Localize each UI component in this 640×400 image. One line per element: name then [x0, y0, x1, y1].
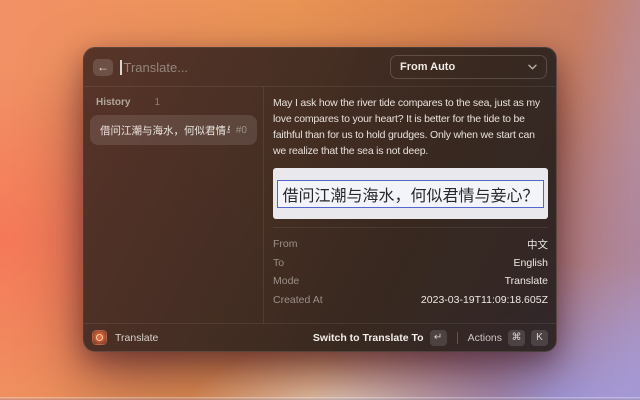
history-sidebar: History 1 借问江潮与海水，何似君情与妾... #0 [84, 87, 264, 323]
translate-app-window: ← Translate... From Auto History 1 [83, 47, 557, 352]
metadata-row-created-at: Created At 2023-03-19T11:09:18.605Z [273, 291, 548, 310]
history-item-index-badge: #0 [236, 125, 247, 136]
metadata-label: From [273, 238, 298, 250]
action-bar: Translate Switch to Translate To ↵ Actio… [84, 323, 556, 351]
back-button[interactable]: ← [93, 59, 113, 76]
header-bar: ← Translate... From Auto [84, 48, 556, 86]
metadata-label: Mode [273, 275, 299, 287]
metadata-value: 2023-03-19T11:09:18.605Z [421, 294, 548, 306]
footer-separator [457, 332, 458, 344]
history-item-text: 借问江潮与海水，何似君情与妾... [100, 123, 230, 138]
return-key-icon[interactable]: ↵ [430, 330, 447, 346]
search-input[interactable]: Translate... [124, 60, 189, 75]
extension-name: Translate [115, 332, 158, 344]
command-key-icon: ⌘ [508, 330, 525, 346]
detail-pane: May I ask how the river tide compares to… [264, 87, 556, 323]
translation-result-text: May I ask how the river tide compares to… [273, 95, 548, 159]
metadata-label: To [273, 257, 284, 269]
text-cursor [120, 60, 122, 75]
selected-source-text: 借问江潮与海水，何似君情与妾心？ [277, 180, 543, 208]
actions-menu-button[interactable]: Actions [468, 332, 502, 344]
chevron-down-icon [528, 64, 537, 70]
source-language-dropdown[interactable]: From Auto [390, 55, 547, 79]
metadata-value: 中文 [527, 237, 548, 252]
history-section-header: History 1 [90, 95, 257, 115]
metadata-value: English [514, 257, 548, 269]
back-arrow-icon: ← [97, 61, 109, 73]
metadata-label: Created At [273, 294, 323, 306]
metadata-value: Translate [505, 275, 548, 287]
metadata-row-mode: Mode Translate [273, 272, 548, 291]
primary-action-button[interactable]: Switch to Translate To [313, 332, 424, 344]
content-area: History 1 借问江潮与海水，何似君情与妾... #0 May I ask… [84, 87, 556, 323]
detail-content: May I ask how the river tide compares to… [264, 87, 556, 228]
k-key-label: K [531, 330, 548, 346]
history-list-item-selected[interactable]: 借问江潮与海水，何似君情与妾... #0 [90, 115, 257, 145]
desktop-background: ← Translate... From Auto History 1 [0, 0, 640, 400]
history-section-title: History [96, 97, 130, 108]
metadata-section: From 中文 To English Mode Translate Create… [264, 228, 556, 309]
translate-extension-icon [92, 330, 107, 345]
source-text-image: 借问江潮与海水，何似君情与妾心？ [273, 168, 548, 219]
dropdown-selected-value: From Auto [400, 61, 455, 73]
history-section-count: 1 [154, 97, 160, 108]
metadata-row-from: From 中文 [273, 235, 548, 254]
metadata-row-to: To English [273, 254, 548, 273]
